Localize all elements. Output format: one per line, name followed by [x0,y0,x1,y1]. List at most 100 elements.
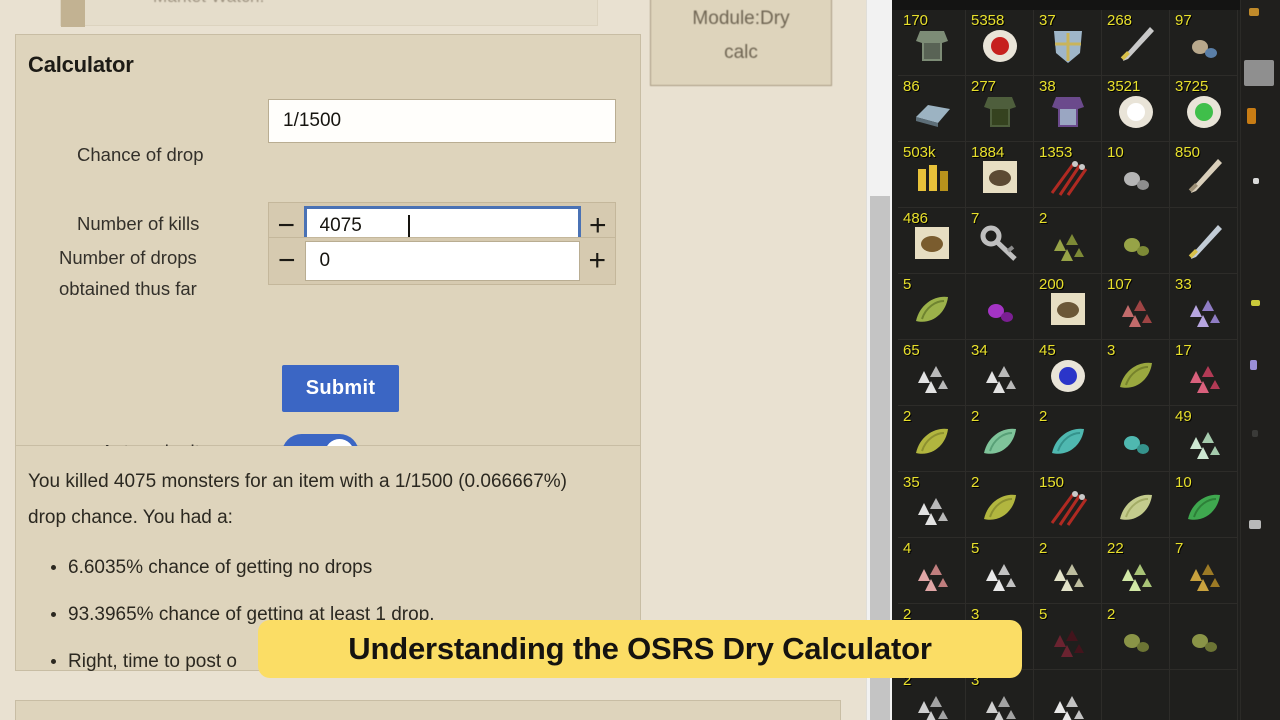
bank-slot-quantity: 107 [1107,276,1133,293]
bank-slot[interactable]: 10 [1170,472,1238,538]
bank-slot[interactable]: 200 [1034,274,1102,340]
bank-slot[interactable]: 34 [966,340,1034,406]
bank-slot[interactable]: 33 [1170,274,1238,340]
bank-slot[interactable] [966,274,1034,340]
submit-button[interactable]: Submit [282,365,399,412]
bank-slot[interactable] [1102,472,1170,538]
bank-slot[interactable]: 2 [1034,406,1102,472]
gold-coins-icon [910,155,954,199]
side-chip-yellow[interactable] [1251,300,1260,306]
bank-slot[interactable]: 3725 [1170,76,1238,142]
bank-slot[interactable]: 5358 [966,10,1034,76]
bank-slot[interactable] [1170,208,1238,274]
bank-slot[interactable]: 65 [898,340,966,406]
bank-slot-quantity: 2 [1039,408,1048,425]
bank-slot[interactable]: 7 [966,208,1034,274]
mint-shards-icon [1182,419,1226,463]
number-of-drops-increment-button[interactable]: + [580,238,616,284]
bank-slot[interactable]: 2 [898,406,966,472]
page-scrollbar[interactable] [866,0,893,720]
bank-slot-quantity: 486 [903,210,929,227]
empty-slot-b-icon [1182,683,1226,720]
bank-slot[interactable]: 486 [898,208,966,274]
bank-slot[interactable] [1102,406,1170,472]
bank-slot[interactable]: 170 [898,10,966,76]
side-chip-violet[interactable] [1250,360,1257,370]
purple-gloves-icon [1046,89,1090,133]
bank-slot[interactable]: 2 [966,472,1034,538]
bank-slot[interactable]: 38 [1034,76,1102,142]
grey-flake-c-icon [910,683,954,720]
bank-slot-quantity: 4 [903,540,912,557]
bank-slot[interactable]: 107 [1102,274,1170,340]
bank-slot-quantity: 3 [1107,342,1116,359]
bank-slot[interactable]: 2 [1034,538,1102,604]
side-chip-grey-panel[interactable] [1244,60,1274,86]
number-of-drops-input[interactable] [304,241,580,281]
bank-slot[interactable]: 3 [1102,340,1170,406]
bank-slot[interactable]: 35 [898,472,966,538]
bank-slot[interactable]: 3521 [1102,76,1170,142]
bank-slot[interactable]: 7 [1170,538,1238,604]
bank-slot-quantity: 1884 [971,144,1005,161]
side-chip-orange-tall[interactable] [1247,108,1256,124]
bank-slot[interactable]: 268 [1102,10,1170,76]
bank-slot[interactable]: 37 [1034,10,1102,76]
number-of-kills-label: Number of kills [77,213,200,234]
bank-slot[interactable]: 45 [1034,340,1102,406]
bank-slot[interactable] [1102,670,1170,720]
law-rune-icon [1046,353,1090,397]
bank-slot[interactable] [1102,208,1170,274]
game-side-strip[interactable] [1240,0,1280,720]
bank-slot-quantity: 34 [971,342,988,359]
side-chip-dark[interactable] [1252,430,1258,437]
white-shards-c-icon [910,485,954,529]
bank-slot[interactable]: 2 [966,406,1034,472]
steel-bar-icon [910,89,954,133]
bank-slot[interactable]: 2 [1102,604,1170,670]
bank-slot-quantity: 1353 [1039,144,1073,161]
bank-slot[interactable]: 97 [1170,10,1238,76]
bank-slot[interactable]: 86 [898,76,966,142]
bank-slot-quantity: 17 [1175,342,1192,359]
bank-slot-quantity: 7 [1175,540,1184,557]
number-of-drops-decrement-button[interactable]: − [269,238,305,284]
chance-of-drop-input[interactable] [268,99,616,143]
bank-slot[interactable]: 1353 [1034,142,1102,208]
bank-slot-quantity: 35 [903,474,920,491]
bank-slot[interactable] [1170,670,1238,720]
bank-slot[interactable]: 150 [1034,472,1102,538]
side-chip-light[interactable] [1249,520,1261,529]
bank-slot-quantity: 5 [1039,606,1048,623]
bank-slot-quantity: 10 [1107,144,1124,161]
bank-slot-quantity: 850 [1175,144,1201,161]
bank-slot[interactable]: 5 [1034,604,1102,670]
bank-slot[interactable]: 4 [898,538,966,604]
bank-item-grid[interactable]: 170 5358 37 268 97 86 277 38 3521 3725 503k 1884 135… [898,10,1238,720]
bank-slot[interactable]: 22 [1102,538,1170,604]
bank-slot-quantity: 2 [1107,606,1116,623]
bank-slot[interactable]: 2 [1034,208,1102,274]
result-bullet: 6.6035% chance of getting no drops [51,544,648,591]
white-shards-b-icon [978,353,1022,397]
bank-slot[interactable]: 10 [1102,142,1170,208]
green-herb-icon [910,287,954,331]
bank-slot[interactable]: 1884 [966,142,1034,208]
bank-slot[interactable]: 5 [898,274,966,340]
white-shards-icon [910,353,954,397]
bank-slot[interactable]: 17 [1170,340,1238,406]
bank-slot[interactable]: 49 [1170,406,1238,472]
bank-slot[interactable]: 277 [966,76,1034,142]
bank-slot-quantity: 2 [971,474,980,491]
bank-slot[interactable]: 503k [898,142,966,208]
red-bolts-icon [1046,155,1090,199]
bank-slot-quantity: 22 [1107,540,1124,557]
bank-slot[interactable] [1034,670,1102,720]
red-shards-icon [1114,287,1158,331]
bank-slot[interactable]: 5 [966,538,1034,604]
bank-slot-quantity: 37 [1039,12,1056,29]
bank-slot[interactable] [1170,604,1238,670]
side-chip-orange[interactable] [1249,8,1259,16]
side-chip-white[interactable] [1253,178,1259,184]
bank-slot[interactable]: 850 [1170,142,1238,208]
